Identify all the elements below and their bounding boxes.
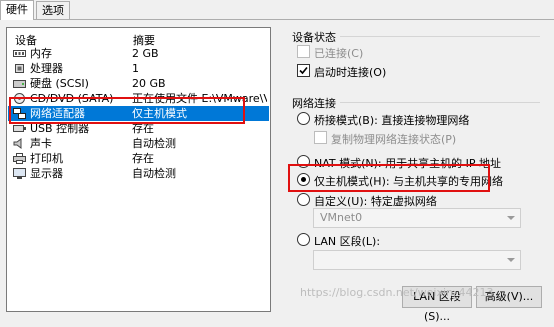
device-name: 内存 (30, 47, 52, 60)
device-row-usb[interactable]: USB 控制器 存在 (8, 121, 269, 136)
custom-radio[interactable] (297, 193, 310, 206)
chevron-down-icon (507, 216, 515, 220)
replicate-state-checkbox[interactable] (314, 131, 327, 144)
nat-label: NAT 模式(N): 用于共享主机的 IP 地址 (314, 157, 501, 170)
bridged-radio[interactable] (297, 112, 310, 125)
nat-radio[interactable] (297, 155, 310, 168)
device-name: USB 控制器 (30, 122, 90, 135)
memory-icon (13, 48, 26, 59)
device-name: 网络适配器 (30, 107, 85, 120)
lan-segment-radio[interactable] (297, 233, 310, 246)
device-row-sound-card[interactable]: 声卡 自动检测 (8, 136, 269, 151)
cd-dvd-icon (13, 93, 26, 104)
check-icon (299, 66, 308, 75)
watermark-text: https://blog.csdn.net/weixin_44213 (300, 286, 494, 299)
custom-network-select[interactable]: VMnet0 (313, 208, 521, 228)
device-summary: 20 GB (132, 77, 166, 90)
device-status-title: 设备状态 (292, 31, 336, 44)
device-summary: 自动检测 (132, 137, 176, 150)
connected-checkbox[interactable] (297, 45, 310, 58)
connected-label: 已连接(C) (314, 47, 364, 60)
device-summary: 正在使用文件 E:\VMware\V... (132, 92, 267, 105)
device-name: 处理器 (30, 62, 63, 75)
usb-icon (13, 123, 26, 134)
printer-icon (13, 153, 26, 164)
replicate-state-label: 复制物理网络连接状态(P) (331, 133, 457, 146)
tab-hardware[interactable]: 硬件 (0, 0, 34, 20)
hard-disk-icon (13, 78, 26, 89)
chevron-down-icon (507, 258, 515, 262)
tab-divider (0, 19, 554, 20)
device-name: CD/DVD (SATA) (30, 92, 114, 105)
device-row-hard-disk[interactable]: 硬盘 (SCSI) 20 GB (8, 76, 269, 91)
tab-bar: 硬件 选项 (0, 0, 554, 20)
device-row-processor[interactable]: 处理器 1 (8, 61, 269, 76)
device-row-cd-dvd[interactable]: CD/DVD (SATA) 正在使用文件 E:\VMware\V... (8, 91, 269, 106)
device-summary: 1 (132, 62, 139, 75)
lan-segment-select[interactable] (313, 250, 521, 270)
device-name: 打印机 (30, 152, 63, 165)
connect-on-power-label: 启动时连接(O) (314, 66, 387, 79)
device-summary: 存在 (132, 122, 154, 135)
device-row-printer[interactable]: 打印机 存在 (8, 151, 269, 166)
device-summary: 仅主机模式 (132, 107, 187, 120)
custom-network-value: VMnet0 (320, 211, 363, 224)
sound-card-icon (13, 138, 26, 149)
device-name: 硬盘 (SCSI) (30, 77, 89, 90)
network-connection-title: 网络连接 (292, 97, 336, 110)
device-name: 声卡 (30, 137, 52, 150)
host-only-label: 仅主机模式(H): 与主机共享的专用网络 (314, 175, 504, 188)
display-icon (13, 168, 26, 179)
network-adapter-icon (13, 108, 26, 119)
device-row-network-adapter[interactable]: 网络适配器 仅主机模式 (8, 106, 269, 121)
custom-label: 自定义(U): 特定虚拟网络 (314, 195, 437, 208)
device-list[interactable]: 设备 摘要 内存 2 GB 处理器 1 硬盘 (SCSI) 20 GB CD/D… (6, 27, 271, 312)
device-row-memory[interactable]: 内存 2 GB (8, 46, 269, 61)
group-divider (340, 36, 540, 37)
device-name: 显示器 (30, 167, 63, 180)
device-row-display[interactable]: 显示器 自动检测 (8, 166, 269, 181)
tab-options[interactable]: 选项 (36, 1, 70, 19)
connect-on-power-checkbox[interactable] (297, 64, 310, 77)
bridged-label: 桥接模式(B): 直接连接物理网络 (314, 114, 470, 127)
group-divider (340, 102, 540, 103)
device-summary: 存在 (132, 152, 154, 165)
host-only-radio[interactable] (297, 173, 310, 186)
device-summary: 自动检测 (132, 167, 176, 180)
lan-segment-label: LAN 区段(L): (314, 235, 381, 248)
processor-icon (13, 63, 26, 74)
device-summary: 2 GB (132, 47, 159, 60)
